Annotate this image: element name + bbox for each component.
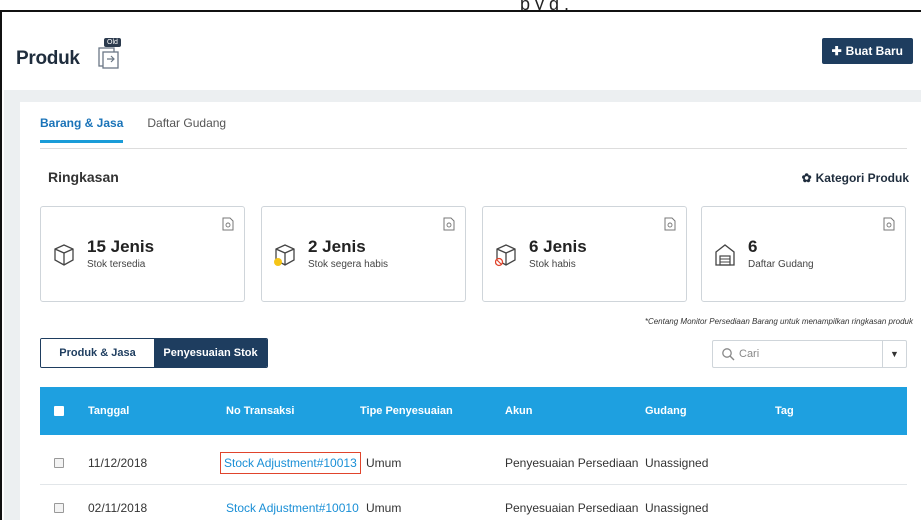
summary-card-stok-segera-habis[interactable]: 2 Jenis Stok segera habis: [261, 206, 466, 302]
search-field[interactable]: Cari ▼: [712, 340, 907, 368]
card-label: Stok habis: [529, 259, 576, 270]
table-row: 11/12/2018 Stock Adjustment#10013 Umum P…: [40, 441, 907, 485]
header-no-transaksi[interactable]: No Transaksi: [226, 405, 294, 417]
select-all-checkbox[interactable]: [54, 406, 64, 416]
tab-daftar-gudang[interactable]: Daftar Gudang: [147, 116, 226, 143]
old-badge: Old: [104, 38, 121, 47]
transaction-link[interactable]: Stock Adjustment#10010: [226, 501, 359, 515]
report-icon[interactable]: [883, 217, 895, 231]
row-account: Penyesuaian Persediaan: [505, 500, 639, 515]
toggle-penyesuaian-stok[interactable]: Penyesuaian Stok: [154, 339, 267, 367]
summary-card-stok-habis[interactable]: 6 Jenis Stok habis: [482, 206, 687, 302]
card-label: Stok segera habis: [308, 259, 389, 270]
header-gudang[interactable]: Gudang: [645, 405, 687, 417]
row-date: 02/11/2018: [88, 500, 148, 515]
row-checkbox[interactable]: [54, 502, 64, 513]
header-tag[interactable]: Tag: [775, 405, 794, 417]
report-icon[interactable]: [443, 217, 455, 231]
row-warehouse: Unassigned: [645, 455, 709, 470]
box-warning-icon: [274, 244, 295, 266]
view-toggle: Produk & Jasa Penyesuaian Stok: [40, 338, 268, 368]
summary-title: Ringkasan: [48, 169, 119, 185]
card-number: 2 Jenis: [308, 237, 366, 256]
card-number: 6 Jenis: [529, 237, 587, 256]
header-tanggal[interactable]: Tanggal: [88, 405, 129, 417]
page-title: Produk: [16, 48, 80, 69]
row-date: 11/12/2018: [88, 455, 148, 470]
report-icon[interactable]: [222, 217, 234, 231]
search-icon: [722, 348, 735, 361]
table-header: Tanggal No Transaksi Tipe Penyesuaian Ak…: [40, 387, 907, 435]
report-icon[interactable]: [664, 217, 676, 231]
summary-card-daftar-gudang[interactable]: 6 Daftar Gudang: [701, 206, 906, 302]
tab-divider: [40, 148, 907, 149]
card-label: Daftar Gudang: [748, 259, 814, 270]
tab-bar: Barang & Jasa Daftar Gudang: [40, 116, 226, 143]
tab-barang-jasa[interactable]: Barang & Jasa: [40, 116, 124, 143]
app-frame: Produk Old ✚ Buat Baru Barang & Jasa Daf…: [0, 10, 921, 520]
table-row: 02/11/2018 Stock Adjustment#10010 Umum P…: [40, 486, 907, 520]
row-checkbox[interactable]: [54, 457, 64, 468]
plus-icon: ✚: [831, 44, 842, 58]
search-placeholder: Cari: [739, 348, 760, 360]
new-button-label: Buat Baru: [845, 44, 903, 58]
toggle-produk-jasa[interactable]: Produk & Jasa: [41, 339, 154, 367]
card-number: 15 Jenis: [87, 237, 155, 256]
row-type: Umum: [366, 455, 402, 470]
row-account: Penyesuaian Persediaan: [505, 455, 639, 470]
row-type: Umum: [366, 500, 402, 515]
card-number: 6: [748, 237, 758, 256]
box-icon: [54, 244, 74, 266]
warehouse-icon: [715, 244, 735, 266]
header-tipe-penyesuaian[interactable]: Tipe Penyesuaian: [360, 405, 453, 417]
category-link[interactable]: ✿ Kategori Produk: [802, 171, 909, 185]
gear-icon: ✿: [801, 171, 812, 185]
category-link-label: Kategori Produk: [815, 171, 909, 185]
summary-card-stok-tersedia[interactable]: 15 Jenis Stok tersedia: [40, 206, 245, 302]
summary-note: *Centang Monitor Persediaan Barang untuk…: [644, 317, 913, 326]
box-empty-icon: [495, 244, 516, 267]
row-warehouse: Unassigned: [645, 500, 709, 515]
header-akun[interactable]: Akun: [505, 405, 533, 417]
page-header: Produk Old ✚ Buat Baru: [4, 14, 921, 90]
new-button[interactable]: ✚ Buat Baru: [821, 38, 913, 64]
chevron-down-icon[interactable]: ▼: [882, 341, 906, 367]
card-label: Stok tersedia: [87, 259, 146, 270]
main-panel: Barang & Jasa Daftar Gudang Ringkasan ✿ …: [20, 102, 921, 520]
transaction-link[interactable]: Stock Adjustment#10013: [220, 451, 361, 474]
